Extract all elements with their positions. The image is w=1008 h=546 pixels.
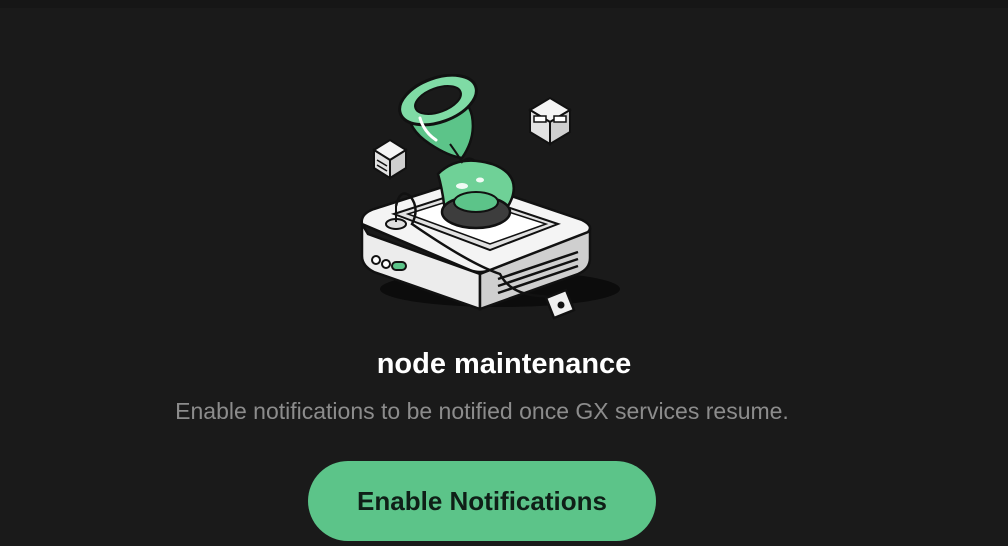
hourglass-server-icon (350, 73, 620, 334)
top-bar (0, 0, 1008, 8)
page-title: node maintenance (376, 348, 632, 380)
enable-notifications-button[interactable]: Enable Notifications (308, 461, 656, 541)
notification-message: Enable notifications to be notified once… (175, 398, 789, 424)
